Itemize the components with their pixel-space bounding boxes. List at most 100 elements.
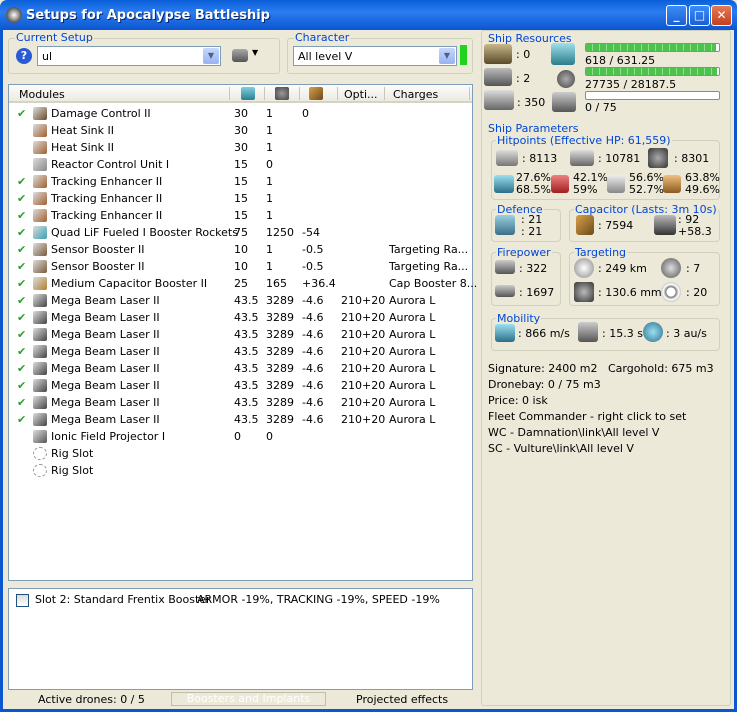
active-check-icon[interactable]: ✔ <box>17 294 26 307</box>
calibration-icon <box>484 90 514 110</box>
table-row[interactable]: Rig Slot <box>9 462 472 479</box>
cpu-icon <box>551 43 575 65</box>
module-icon <box>33 430 47 443</box>
active-check-icon[interactable]: ✔ <box>17 345 26 358</box>
active-check-icon[interactable]: ✔ <box>17 107 26 120</box>
table-row[interactable]: Reactor Control Unit I 15 0 <box>9 156 472 173</box>
charges-cell: Aurora L <box>389 294 436 307</box>
wing-commander[interactable]: WC - Damnation\link\All level V <box>488 426 659 439</box>
align-time-icon <box>578 322 598 342</box>
active-check-icon[interactable]: ✔ <box>17 328 26 341</box>
table-row[interactable]: ✔ Tracking Enhancer II 15 1 <box>9 173 472 190</box>
active-check-icon[interactable]: ✔ <box>17 362 26 375</box>
projected-effects-tab[interactable]: Projected effects <box>356 693 448 706</box>
table-row[interactable]: ✔ Sensor Booster II 10 1 -0.5 Targeting Ra... <box>9 241 472 258</box>
warp-speed-icon <box>643 322 663 342</box>
module-icon <box>33 124 47 137</box>
module-icon <box>33 192 47 205</box>
minimize-button[interactable]: _ <box>666 5 687 26</box>
active-check-icon[interactable]: ✔ <box>17 413 26 426</box>
cpu-cell: 15 <box>234 192 248 205</box>
active-check-icon[interactable]: ✔ <box>17 192 26 205</box>
module-name: Mega Beam Laser II <box>51 413 160 426</box>
table-row[interactable]: ✔ Mega Beam Laser II 43.5 3289 -4.6 210+20 Aur… <box>9 360 472 377</box>
cpu-cell: 43.5 <box>234 311 259 324</box>
cap-recharge-icon <box>654 215 676 235</box>
table-row[interactable]: Heat Sink II 30 1 <box>9 139 472 156</box>
table-row[interactable]: ✔ Medium Capacitor Booster II 25 165 +36.4 Ca… <box>9 275 477 292</box>
cpu-cell: 15 <box>234 158 248 171</box>
table-row[interactable]: ✔ Mega Beam Laser II 43.5 3289 -4.6 210+20 Aur… <box>9 292 472 309</box>
module-name: Tracking Enhancer II <box>51 209 163 222</box>
table-row[interactable]: ✔ Damage Control II 30 1 0 <box>9 105 472 122</box>
close-button[interactable]: ✕ <box>711 5 732 26</box>
table-row[interactable]: ✔ Mega Beam Laser II 43.5 3289 -4.6 210+20 Aur… <box>9 343 472 360</box>
module-name: Mega Beam Laser II <box>51 362 160 375</box>
table-row[interactable]: ✔ Tracking Enhancer II 15 1 <box>9 207 472 224</box>
powergrid-icon <box>557 70 575 88</box>
table-row[interactable]: Rig Slot <box>9 445 472 462</box>
table-row[interactable]: ✔ Quad LiF Fueled I Booster Rockets 75 1250… <box>9 224 472 241</box>
capacitor-cell: -54 <box>302 226 320 239</box>
launcher-hardpoints: : 2 <box>516 72 531 85</box>
defence-value-b: : 21 <box>521 225 543 238</box>
table-row[interactable]: ✔ Mega Beam Laser II 43.5 3289 -4.6 210+20 Aur… <box>9 309 472 326</box>
help-icon[interactable]: ? <box>16 48 32 64</box>
capacitor-header-icon[interactable] <box>309 87 323 100</box>
table-row[interactable]: ✔ Tracking Enhancer II 15 1 <box>9 190 472 207</box>
active-check-icon[interactable]: ✔ <box>17 396 26 409</box>
active-check-icon[interactable]: ✔ <box>17 379 26 392</box>
maximize-button[interactable]: □ <box>689 5 710 26</box>
setup-menu-button[interactable]: ▼ <box>232 48 262 64</box>
chevron-down-icon[interactable]: ▼ <box>203 48 219 64</box>
active-check-icon[interactable]: ✔ <box>17 175 26 188</box>
header-optimal[interactable]: Opti... <box>344 88 378 101</box>
active-check-icon[interactable]: ✔ <box>17 243 26 256</box>
module-name: Mega Beam Laser II <box>51 294 160 307</box>
powergrid-cell: 0 <box>266 430 273 443</box>
cpu-cell: 15 <box>234 175 248 188</box>
capacitor-cell: +36.4 <box>302 277 336 290</box>
active-check-icon[interactable]: ✔ <box>17 209 26 222</box>
cpu-cell: 0 <box>234 430 241 443</box>
signature-icon <box>661 282 681 302</box>
charges-cell: Targeting Ra... <box>389 260 469 273</box>
structure-hp: : 8301 <box>674 152 710 165</box>
module-name: Heat Sink II <box>51 141 114 154</box>
module-name: Ionic Field Projector I <box>51 430 166 443</box>
active-check-icon[interactable]: ✔ <box>17 226 26 239</box>
table-row[interactable]: ✔ Mega Beam Laser II 43.5 3289 -4.6 210+20 Aur… <box>9 394 472 411</box>
chevron-down-icon[interactable]: ▼ <box>439 48 455 64</box>
powergrid-cell: 3289 <box>266 362 294 375</box>
setup-combo[interactable]: ul ▼ <box>37 46 221 66</box>
header-modules[interactable]: Modules <box>19 88 65 101</box>
header-charges[interactable]: Charges <box>393 88 438 101</box>
squad-commander[interactable]: SC - Vulture\link\All level V <box>488 442 634 455</box>
modules-list[interactable]: Modules Opti... Charges ✔ Damage Control … <box>8 84 477 581</box>
module-name: Medium Capacitor Booster II <box>51 277 208 290</box>
table-row[interactable]: ✔ Sensor Booster II 10 1 -0.5 Targeting Ra... <box>9 258 472 275</box>
charges-cell: Aurora L <box>389 413 436 426</box>
table-row[interactable]: Ionic Field Projector I 0 0 <box>9 428 472 445</box>
booster-checkbox[interactable] <box>16 594 29 607</box>
fleet-commander[interactable]: Fleet Commander - right click to set <box>488 410 686 423</box>
active-check-icon[interactable]: ✔ <box>17 277 26 290</box>
active-check-icon[interactable]: ✔ <box>17 311 26 324</box>
max-velocity: : 866 m/s <box>518 327 570 340</box>
cpu-header-icon[interactable] <box>241 87 255 100</box>
kinetic-resist-icon <box>607 175 625 193</box>
boosters-implants-tab[interactable]: Boosters and Implants <box>171 692 326 706</box>
powergrid-cell: 3289 <box>266 396 294 409</box>
powergrid-header-icon[interactable] <box>275 87 289 100</box>
window-title: Setups for Apocalypse Battleship <box>26 8 270 23</box>
active-check-icon[interactable]: ✔ <box>17 260 26 273</box>
max-targets: : 7 <box>686 262 701 275</box>
targeting-range: : 249 km <box>598 262 647 275</box>
table-row[interactable]: ✔ Mega Beam Laser II 43.5 3289 -4.6 210+20 Aur… <box>9 377 472 394</box>
module-name: Sensor Booster II <box>51 260 145 273</box>
optimal-cell: 210+20 <box>341 328 386 341</box>
table-row[interactable]: ✔ Mega Beam Laser II 43.5 3289 -4.6 210+20 Aur… <box>9 326 472 343</box>
table-row[interactable]: Heat Sink II 30 1 <box>9 122 472 139</box>
table-row[interactable]: ✔ Mega Beam Laser II 43.5 3289 -4.6 210+20 Aur… <box>9 411 472 428</box>
character-combo[interactable]: All level V ▼ <box>293 46 457 66</box>
